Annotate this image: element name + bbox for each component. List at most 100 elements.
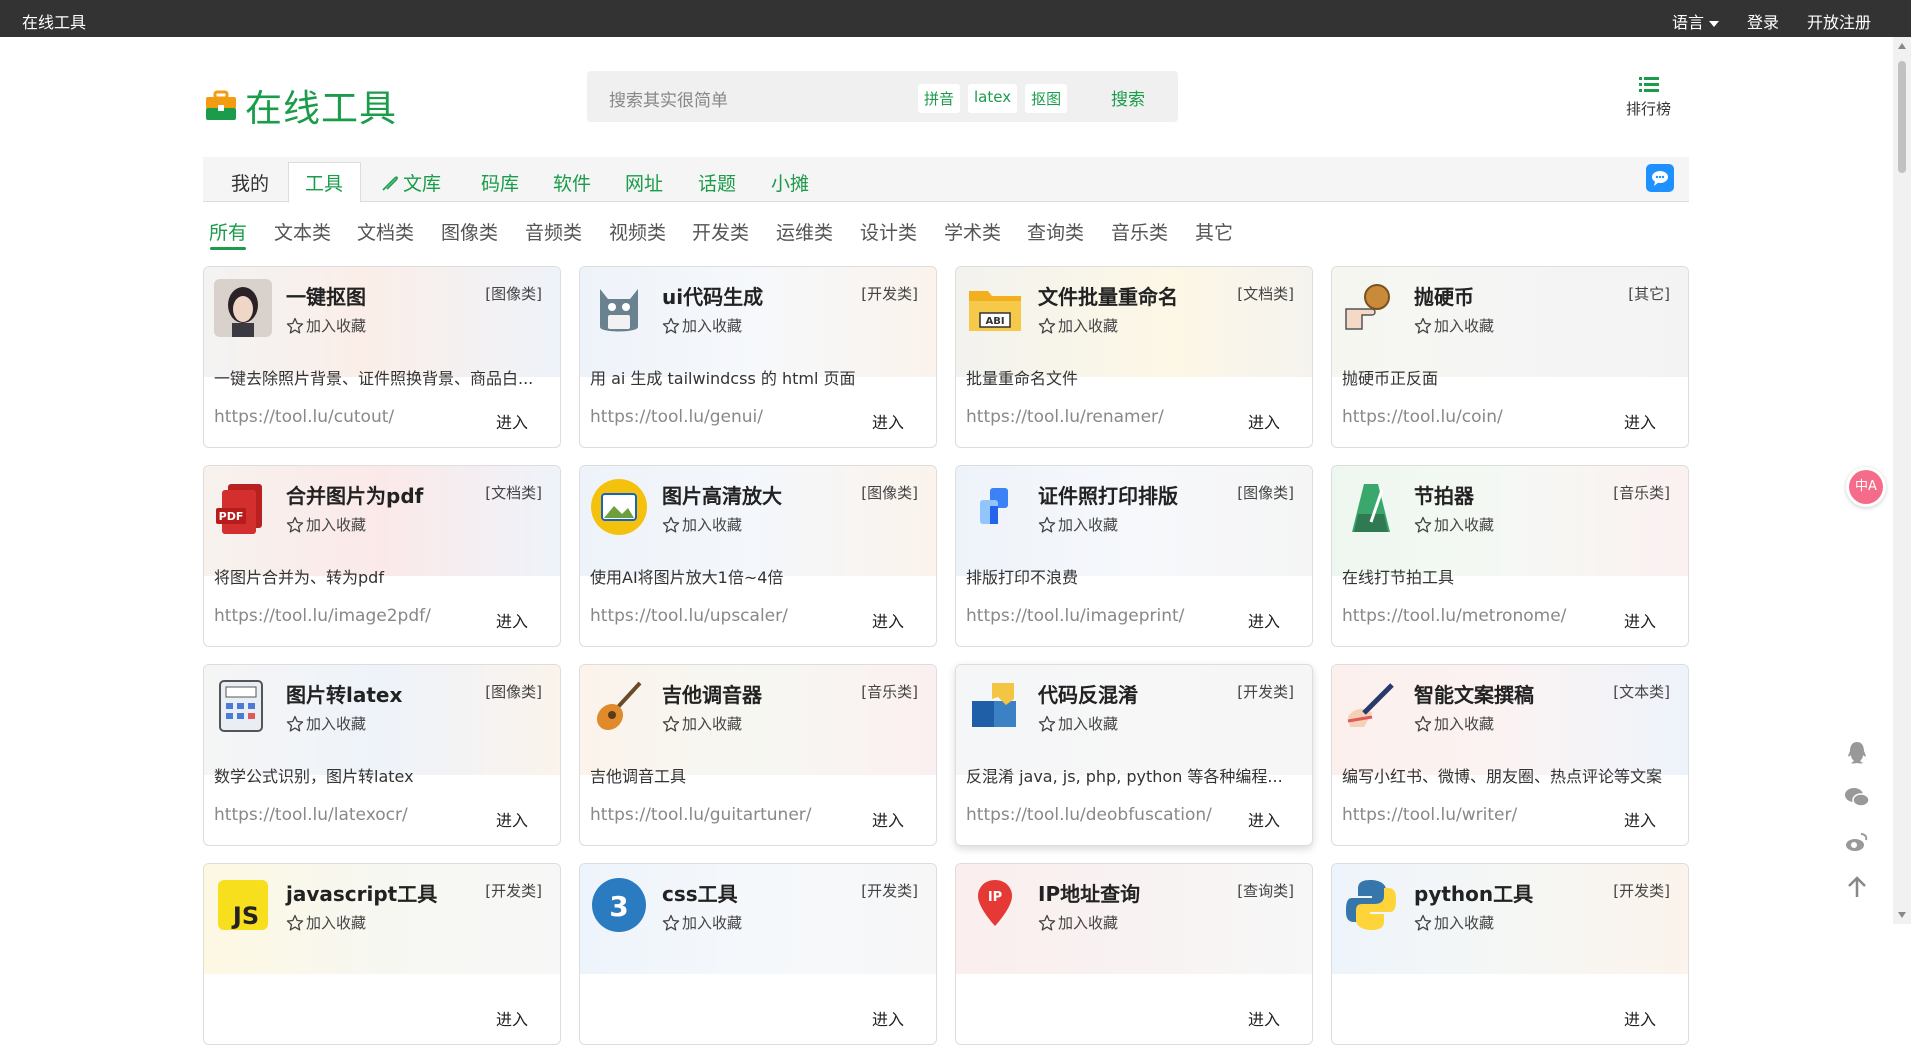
nav-item-urls[interactable]: 网址 <box>625 169 663 196</box>
card-title[interactable]: python工具 <box>1414 878 1533 907</box>
category-other[interactable]: 其它 <box>1195 218 1233 245</box>
category-video[interactable]: 视频类 <box>609 218 666 245</box>
tool-card[interactable]: PDF 合并图片为pdf [文档类] 加入收藏 将图片合并为、转为pdf https://… <box>203 465 561 647</box>
enter-button[interactable]: 进入 <box>872 1006 904 1030</box>
card-title[interactable]: javascript工具 <box>286 878 437 907</box>
favorite-button[interactable]: 加入收藏 <box>1414 315 1494 336</box>
enter-button[interactable]: 进入 <box>1248 1006 1280 1030</box>
card-url[interactable]: https://tool.lu/image2pdf/ <box>214 606 431 626</box>
card-title[interactable]: 文件批量重命名 <box>1038 281 1178 310</box>
favorite-button[interactable]: 加入收藏 <box>662 912 742 933</box>
category-design[interactable]: 设计类 <box>860 218 917 245</box>
category-dev[interactable]: 开发类 <box>692 218 749 245</box>
login-link[interactable]: 登录 <box>1747 9 1779 33</box>
tool-card[interactable]: 图片转latex [图像类] 加入收藏 数学公式识别，图片转latex https://… <box>203 664 561 846</box>
scroll-thumb[interactable] <box>1898 61 1906 173</box>
favorite-button[interactable]: 加入收藏 <box>662 315 742 336</box>
nav-item-software[interactable]: 软件 <box>553 169 591 196</box>
scroll-up-arrow[interactable] <box>1898 43 1906 49</box>
card-title[interactable]: 图片高清放大 <box>662 480 782 509</box>
card-url[interactable]: https://tool.lu/genui/ <box>590 407 763 427</box>
scroll-down-arrow[interactable] <box>1898 912 1906 918</box>
enter-button[interactable]: 进入 <box>496 608 528 632</box>
back-to-top-icon[interactable] <box>1842 872 1872 902</box>
search-box[interactable]: 搜索其实很简单 拼音 latex 抠图 搜索 <box>587 71 1178 122</box>
enter-button[interactable]: 进入 <box>496 409 528 433</box>
tool-card[interactable]: 一键抠图 [图像类] 加入收藏 一键去除照片背景、证件照换背景、商品白... https… <box>203 266 561 448</box>
card-title[interactable]: 图片转latex <box>286 679 402 708</box>
search-button[interactable]: 搜索 <box>1111 85 1145 110</box>
category-ops[interactable]: 运维类 <box>776 218 833 245</box>
favorite-button[interactable]: 加入收藏 <box>1414 514 1494 535</box>
card-url[interactable]: https://tool.lu/writer/ <box>1342 805 1517 825</box>
card-title[interactable]: 合并图片为pdf <box>286 480 423 509</box>
enter-button[interactable]: 进入 <box>1624 409 1656 433</box>
enter-button[interactable]: 进入 <box>1624 608 1656 632</box>
card-title[interactable]: ui代码生成 <box>662 281 763 310</box>
category-all[interactable]: 所有 <box>209 218 247 245</box>
tool-card[interactable]: 代码反混淆 [开发类] 加入收藏 反混淆 java, js, php, python … <box>955 664 1313 846</box>
card-title[interactable]: 节拍器 <box>1414 480 1474 509</box>
translate-float-button[interactable]: 中A <box>1846 467 1886 507</box>
favorite-button[interactable]: 加入收藏 <box>286 315 366 336</box>
card-title[interactable]: 智能文案撰稿 <box>1414 679 1534 708</box>
card-title[interactable]: IP地址查询 <box>1038 878 1140 907</box>
enter-button[interactable]: 进入 <box>1248 807 1280 831</box>
favorite-button[interactable]: 加入收藏 <box>662 713 742 734</box>
category-audio[interactable]: 音频类 <box>525 218 582 245</box>
enter-button[interactable]: 进入 <box>872 409 904 433</box>
page-scrollbar[interactable] <box>1893 37 1911 924</box>
favorite-button[interactable]: 加入收藏 <box>286 514 366 535</box>
enter-button[interactable]: 进入 <box>1624 1006 1656 1030</box>
nav-item-topics[interactable]: 话题 <box>698 169 736 196</box>
card-title[interactable]: 抛硬币 <box>1414 281 1474 310</box>
card-title[interactable]: 一键抠图 <box>286 281 366 310</box>
nav-item-code[interactable]: 码库 <box>481 169 519 196</box>
wechat-icon[interactable] <box>1842 782 1872 812</box>
category-document[interactable]: 文档类 <box>357 218 414 245</box>
nav-item-tools[interactable]: 工具 <box>305 169 343 196</box>
card-url[interactable]: https://tool.lu/renamer/ <box>966 407 1164 427</box>
enter-button[interactable]: 进入 <box>1248 608 1280 632</box>
register-link[interactable]: 开放注册 <box>1807 9 1871 33</box>
favorite-button[interactable]: 加入收藏 <box>286 912 366 933</box>
enter-button[interactable]: 进入 <box>1624 807 1656 831</box>
tool-card[interactable]: 抛硬币 [其它] 加入收藏 抛硬币正反面 https://tool.lu/coin/进入 <box>1331 266 1689 448</box>
search-tag-cutout[interactable]: 抠图 <box>1025 84 1068 113</box>
search-input[interactable]: 搜索其实很简单 <box>609 86 728 111</box>
card-url[interactable]: https://tool.lu/latexocr/ <box>214 805 408 825</box>
ranking-button[interactable]: 排行榜 <box>1626 76 1671 119</box>
enter-button[interactable]: 进入 <box>496 807 528 831</box>
weibo-icon[interactable] <box>1842 827 1872 857</box>
tool-card[interactable]: 节拍器 [音乐类] 加入收藏 在线打节拍工具 https://tool.lu/metro… <box>1331 465 1689 647</box>
card-title[interactable]: 证件照打印排版 <box>1038 480 1178 509</box>
tool-card[interactable]: JS javascript工具 [开发类] 加入收藏 进入 <box>203 863 561 1045</box>
card-title[interactable]: css工具 <box>662 878 738 907</box>
favorite-button[interactable]: 加入收藏 <box>286 713 366 734</box>
favorite-button[interactable]: 加入收藏 <box>1414 713 1494 734</box>
tool-card[interactable]: 证件照打印排版 [图像类] 加入收藏 排版打印不浪费 https://tool.lu/i… <box>955 465 1313 647</box>
tool-card[interactable]: IP IP地址查询 [查询类] 加入收藏 进入 <box>955 863 1313 1045</box>
card-title[interactable]: 代码反混淆 <box>1038 679 1138 708</box>
tool-card[interactable]: 3 css工具 [开发类] 加入收藏 进入 <box>579 863 937 1045</box>
card-url[interactable]: https://tool.lu/cutout/ <box>214 407 394 427</box>
language-dropdown[interactable]: 语言 <box>1672 9 1719 33</box>
tool-card[interactable]: ui代码生成 [开发类] 加入收藏用 ai 生成 tailwindcss 的 htm… <box>579 266 937 448</box>
enter-button[interactable]: 进入 <box>872 807 904 831</box>
site-logo[interactable]: 在线工具 <box>205 78 397 132</box>
card-url[interactable]: https://tool.lu/coin/ <box>1342 407 1503 427</box>
search-tag-pinyin[interactable]: 拼音 <box>918 84 961 113</box>
category-query[interactable]: 查询类 <box>1027 218 1084 245</box>
search-tag-latex[interactable]: latex <box>968 84 1018 113</box>
qq-icon[interactable] <box>1842 738 1872 768</box>
topbar-brand[interactable]: 在线工具 <box>22 9 86 33</box>
card-url[interactable]: https://tool.lu/deobfuscation/ <box>966 805 1212 825</box>
category-image[interactable]: 图像类 <box>441 218 498 245</box>
tool-card[interactable]: 智能文案撰稿 [文本类] 加入收藏 编写小红书、微博、朋友圈、热点评论等文案 https… <box>1331 664 1689 846</box>
favorite-button[interactable]: 加入收藏 <box>1038 713 1118 734</box>
favorite-button[interactable]: 加入收藏 <box>1038 514 1118 535</box>
tool-card[interactable]: 图片高清放大 [图像类] 加入收藏 使用AI将图片放大1倍~4倍 https://too… <box>579 465 937 647</box>
favorite-button[interactable]: 加入收藏 <box>1038 315 1118 336</box>
enter-button[interactable]: 进入 <box>496 1006 528 1030</box>
card-url[interactable]: https://tool.lu/metronome/ <box>1342 606 1566 626</box>
